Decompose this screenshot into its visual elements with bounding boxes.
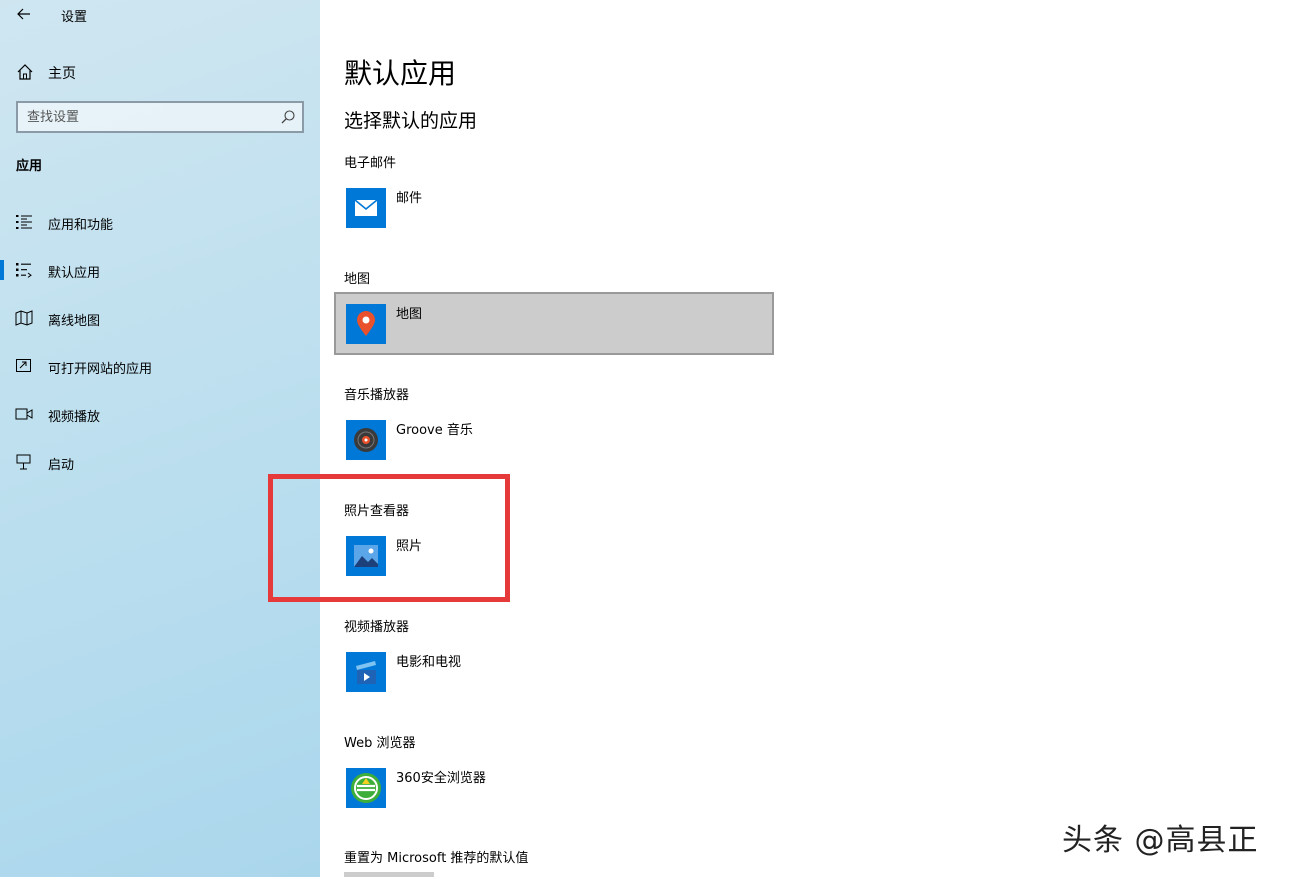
default-app-photos-button[interactable]: 照片: [334, 524, 774, 587]
category-label-photos: 照片查看器: [344, 504, 410, 519]
app-name: 360安全浏览器: [396, 771, 486, 786]
window-title: 设置: [61, 10, 88, 25]
page-subtitle: 选择默认的应用: [344, 110, 478, 132]
sidebar-item-apps-for-websites[interactable]: 可打开网站的应用: [0, 346, 320, 386]
app-name: 地图: [396, 307, 423, 322]
category-label-maps: 地图: [344, 272, 371, 287]
app-name: Groove 音乐: [396, 423, 473, 438]
reset-defaults-label: 重置为 Microsoft 推荐的默认值: [344, 851, 529, 866]
default-app-music-button[interactable]: Groove 音乐: [334, 408, 774, 471]
sidebar-item-home[interactable]: 主页: [0, 56, 320, 88]
photos-icon: [346, 536, 386, 576]
maps-icon: [346, 304, 386, 344]
offline-map-icon: [15, 310, 33, 326]
reset-button[interactable]: [344, 872, 434, 877]
mail-icon: [346, 188, 386, 228]
sidebar-item-label: 视频播放: [48, 410, 101, 425]
selection-indicator: [0, 260, 4, 280]
sidebar: 设置 主页 应用 应用和功能 默认应用: [0, 0, 320, 877]
page-title: 默认应用: [344, 57, 457, 90]
watermark: 头条 @高县正: [1062, 823, 1259, 858]
search-input[interactable]: [18, 103, 268, 131]
default-app-email-button[interactable]: 邮件: [334, 176, 774, 239]
list-icon: [16, 215, 32, 229]
home-icon: [17, 64, 33, 80]
section-title: 应用: [16, 159, 43, 174]
sidebar-item-label: 默认应用: [48, 266, 101, 281]
sidebar-item-offline-maps[interactable]: 离线地图: [0, 298, 320, 338]
sidebar-item-startup[interactable]: 启动: [0, 442, 320, 482]
default-app-video-button[interactable]: 电影和电视: [334, 640, 774, 703]
category-label-email: 电子邮件: [344, 156, 397, 171]
category-label-video: 视频播放器: [344, 620, 410, 635]
back-arrow-icon: [17, 8, 30, 20]
video-icon: [15, 408, 33, 420]
search-icon[interactable]: [280, 109, 296, 125]
search-box[interactable]: [16, 101, 304, 133]
main-content: 默认应用 选择默认的应用 电子邮件 邮件 地图 地图 音乐播放器 Groove …: [320, 0, 1291, 877]
app-name: 电影和电视: [396, 655, 462, 670]
sidebar-item-label: 离线地图: [48, 314, 101, 329]
sidebar-item-video-playback[interactable]: 视频播放: [0, 394, 320, 434]
back-button[interactable]: [8, 2, 40, 26]
sidebar-item-label: 可打开网站的应用: [48, 362, 153, 377]
browser-360-icon: [346, 768, 386, 808]
home-label: 主页: [48, 66, 76, 82]
default-apps-icon: [16, 263, 32, 278]
sidebar-item-label: 启动: [48, 458, 75, 473]
title-bar: 设置: [0, 0, 320, 30]
groove-icon: [346, 420, 386, 460]
app-name: 邮件: [396, 191, 423, 206]
startup-icon: [16, 454, 31, 470]
default-app-maps-button[interactable]: 地图: [334, 292, 774, 355]
category-label-browser: Web 浏览器: [344, 736, 416, 751]
sidebar-item-apps-features[interactable]: 应用和功能: [0, 202, 320, 242]
sidebar-item-default-apps[interactable]: 默认应用: [0, 250, 320, 290]
default-app-browser-button[interactable]: 360安全浏览器: [334, 756, 774, 819]
open-in-app-icon: [16, 359, 31, 372]
app-name: 照片: [396, 539, 423, 554]
sidebar-item-label: 应用和功能: [48, 218, 114, 233]
movies-tv-icon: [346, 652, 386, 692]
category-label-music: 音乐播放器: [344, 388, 410, 403]
